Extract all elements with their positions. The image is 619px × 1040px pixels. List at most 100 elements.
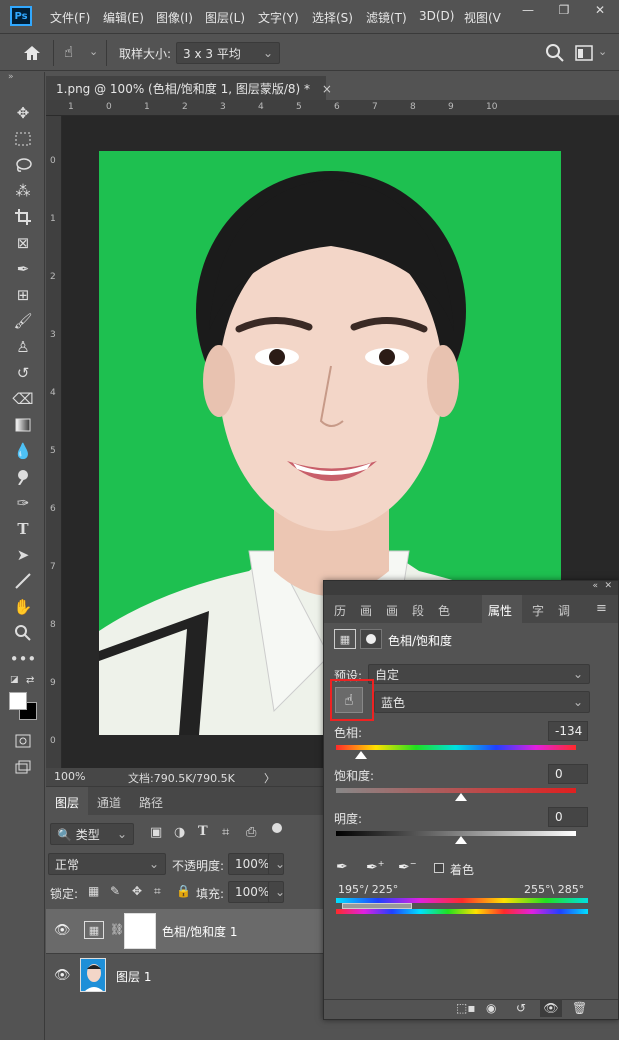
chevron-down-icon[interactable]: ⌄	[89, 45, 98, 58]
zoom-tool-icon[interactable]	[11, 622, 35, 644]
opacity-dropdown[interactable]	[268, 853, 284, 875]
more-tools-icon[interactable]: •••	[10, 648, 37, 670]
menu-select[interactable]: 选择(S)	[312, 9, 353, 26]
tab-properties[interactable]: 属性	[482, 595, 522, 623]
tab-layers[interactable]: 图层	[46, 787, 89, 815]
hue-slider-track[interactable]	[336, 745, 576, 750]
filter-shape-icon[interactable]: ⌗	[222, 825, 229, 840]
blur-tool-icon[interactable]: 💧	[11, 440, 35, 462]
saturation-slider-handle[interactable]	[455, 793, 467, 801]
lock-position-icon[interactable]: ✥	[132, 884, 142, 898]
screen-mode-icon[interactable]	[11, 756, 35, 778]
tab-adjustments[interactable]: 调	[558, 602, 570, 619]
eyedropper-subtract-icon[interactable]: ✒−	[398, 859, 416, 876]
saturation-input[interactable]: 0	[548, 764, 588, 784]
lock-all-icon[interactable]: 🔒	[176, 884, 191, 898]
home-icon[interactable]	[22, 44, 42, 62]
layer-filter-select[interactable]: 🔍 类型	[50, 823, 134, 845]
line-tool-icon[interactable]	[11, 570, 35, 592]
default-colors-icon[interactable]: ◪	[10, 675, 19, 685]
dodge-tool-icon[interactable]	[11, 466, 35, 488]
filter-toggle-icon[interactable]	[272, 823, 282, 833]
layer-row[interactable]: 👁 ▦ ⛓ 色相/饱和度 1	[46, 909, 326, 953]
mask-icon[interactable]	[360, 629, 382, 649]
reset-icon[interactable]: ↺	[516, 1001, 526, 1015]
frame-tool-icon[interactable]: ⊠	[11, 232, 35, 254]
close-tab-icon[interactable]: ×	[322, 82, 332, 96]
lightness-input[interactable]: 0	[548, 807, 588, 827]
layer-row[interactable]: 👁 图层 1	[46, 953, 326, 997]
tab-history[interactable]: 历	[334, 602, 346, 619]
marquee-tool-icon[interactable]	[11, 128, 35, 150]
document-tab[interactable]: 1.png @ 100% (色相/饱和度 1, 图层蒙版/8) * ×	[46, 76, 332, 100]
close-window-button[interactable]: ✕	[582, 0, 618, 20]
eraser-tool-icon[interactable]: ⌫	[11, 388, 35, 410]
fill-dropdown[interactable]	[268, 881, 284, 903]
sample-size-select[interactable]: 3 x 3 平均	[176, 42, 280, 64]
healing-brush-icon[interactable]: ⊞	[11, 284, 35, 306]
path-selection-icon[interactable]: ➤	[11, 544, 35, 566]
tab-character[interactable]: 字	[532, 602, 544, 619]
clip-to-layer-icon[interactable]: ⬚▪	[456, 1001, 475, 1015]
tab-brush-settings[interactable]: 画	[386, 602, 398, 619]
quick-mask-icon[interactable]	[11, 730, 35, 752]
menu-layer[interactable]: 图层(L)	[205, 9, 245, 26]
preset-select[interactable]: 自定	[368, 664, 590, 684]
panel-menu-icon[interactable]: ≡	[596, 601, 607, 616]
tab-paths[interactable]: 路径	[130, 787, 172, 815]
eye-icon[interactable]: 👁	[54, 923, 71, 938]
hue-input[interactable]: -134	[548, 721, 588, 741]
tab-color[interactable]: 色	[438, 602, 450, 619]
tab-channels[interactable]: 通道	[88, 787, 130, 815]
brush-tool-icon[interactable]: 🖌	[11, 310, 35, 332]
tab-paragraph[interactable]: 段	[412, 602, 424, 619]
targeted-adjustment-tool-icon[interactable]: ☝	[64, 43, 86, 63]
lasso-tool-icon[interactable]	[11, 154, 35, 176]
search-icon[interactable]	[545, 43, 565, 63]
close-panel-icon[interactable]: ✕	[604, 581, 612, 591]
link-chain-icon[interactable]: ⛓	[110, 923, 124, 936]
blend-mode-select[interactable]: 正常	[48, 853, 166, 875]
tab-brushes[interactable]: 画	[360, 602, 372, 619]
workspace-icon[interactable]	[575, 45, 593, 61]
layer-mask-thumbnail[interactable]	[124, 913, 156, 949]
menu-edit[interactable]: 编辑(E)	[103, 9, 144, 26]
zoom-level[interactable]: 100%	[54, 770, 85, 783]
move-tool-icon[interactable]: ✥	[11, 102, 35, 124]
menu-3d[interactable]: 3D(D)	[419, 9, 454, 23]
eye-icon[interactable]: 👁	[54, 968, 71, 983]
targeted-adjustment-tool-icon[interactable]: ☝	[335, 687, 363, 713]
foreground-color-swatch[interactable]	[9, 692, 27, 710]
layer-thumbnail[interactable]	[80, 958, 106, 992]
menu-file[interactable]: 文件(F)	[50, 9, 90, 26]
status-menu-arrow[interactable]: 〉	[264, 770, 275, 786]
swap-colors-icon[interactable]: ⇄	[26, 675, 34, 686]
menu-type[interactable]: 文字(Y)	[258, 9, 299, 26]
filter-smart-object-icon[interactable]: ⎙	[246, 825, 256, 840]
pen-tool-icon[interactable]: ✑	[11, 492, 35, 514]
lightness-slider-handle[interactable]	[455, 836, 467, 844]
channel-select[interactable]: 蓝色	[374, 691, 590, 713]
collapse-arrows-icon[interactable]: »	[8, 72, 14, 82]
layer-name[interactable]: 图层 1	[116, 968, 151, 985]
lock-transparent-icon[interactable]: ▦	[88, 884, 99, 898]
menu-view[interactable]: 视图(V	[464, 9, 501, 26]
history-brush-icon[interactable]: ↺	[11, 362, 35, 384]
lock-pixels-icon[interactable]: ✎	[110, 884, 120, 898]
restore-button[interactable]: ❐	[546, 0, 582, 20]
layer-name[interactable]: 色相/饱和度 1	[162, 923, 238, 940]
eyedropper-icon[interactable]: ✒	[11, 258, 35, 280]
collapse-panel-icon[interactable]: «	[592, 581, 598, 591]
magic-wand-icon[interactable]: ⁂	[11, 180, 35, 202]
eyedropper-icon[interactable]: ✒	[336, 859, 348, 875]
type-tool-icon[interactable]: T	[11, 518, 35, 540]
filter-type-icon[interactable]: T	[198, 824, 208, 839]
hue-slider-handle[interactable]	[355, 751, 367, 759]
view-previous-state-icon[interactable]: ◉	[486, 1001, 496, 1015]
eyedropper-add-icon[interactable]: ✒+	[366, 859, 384, 876]
crop-tool-icon[interactable]	[11, 206, 35, 228]
lock-artboard-icon[interactable]: ⌗	[154, 884, 161, 899]
colorize-checkbox[interactable]	[434, 863, 444, 873]
visibility-toggle-icon[interactable]: 👁	[540, 999, 562, 1017]
trash-icon[interactable]: 🗑	[572, 1001, 587, 1015]
